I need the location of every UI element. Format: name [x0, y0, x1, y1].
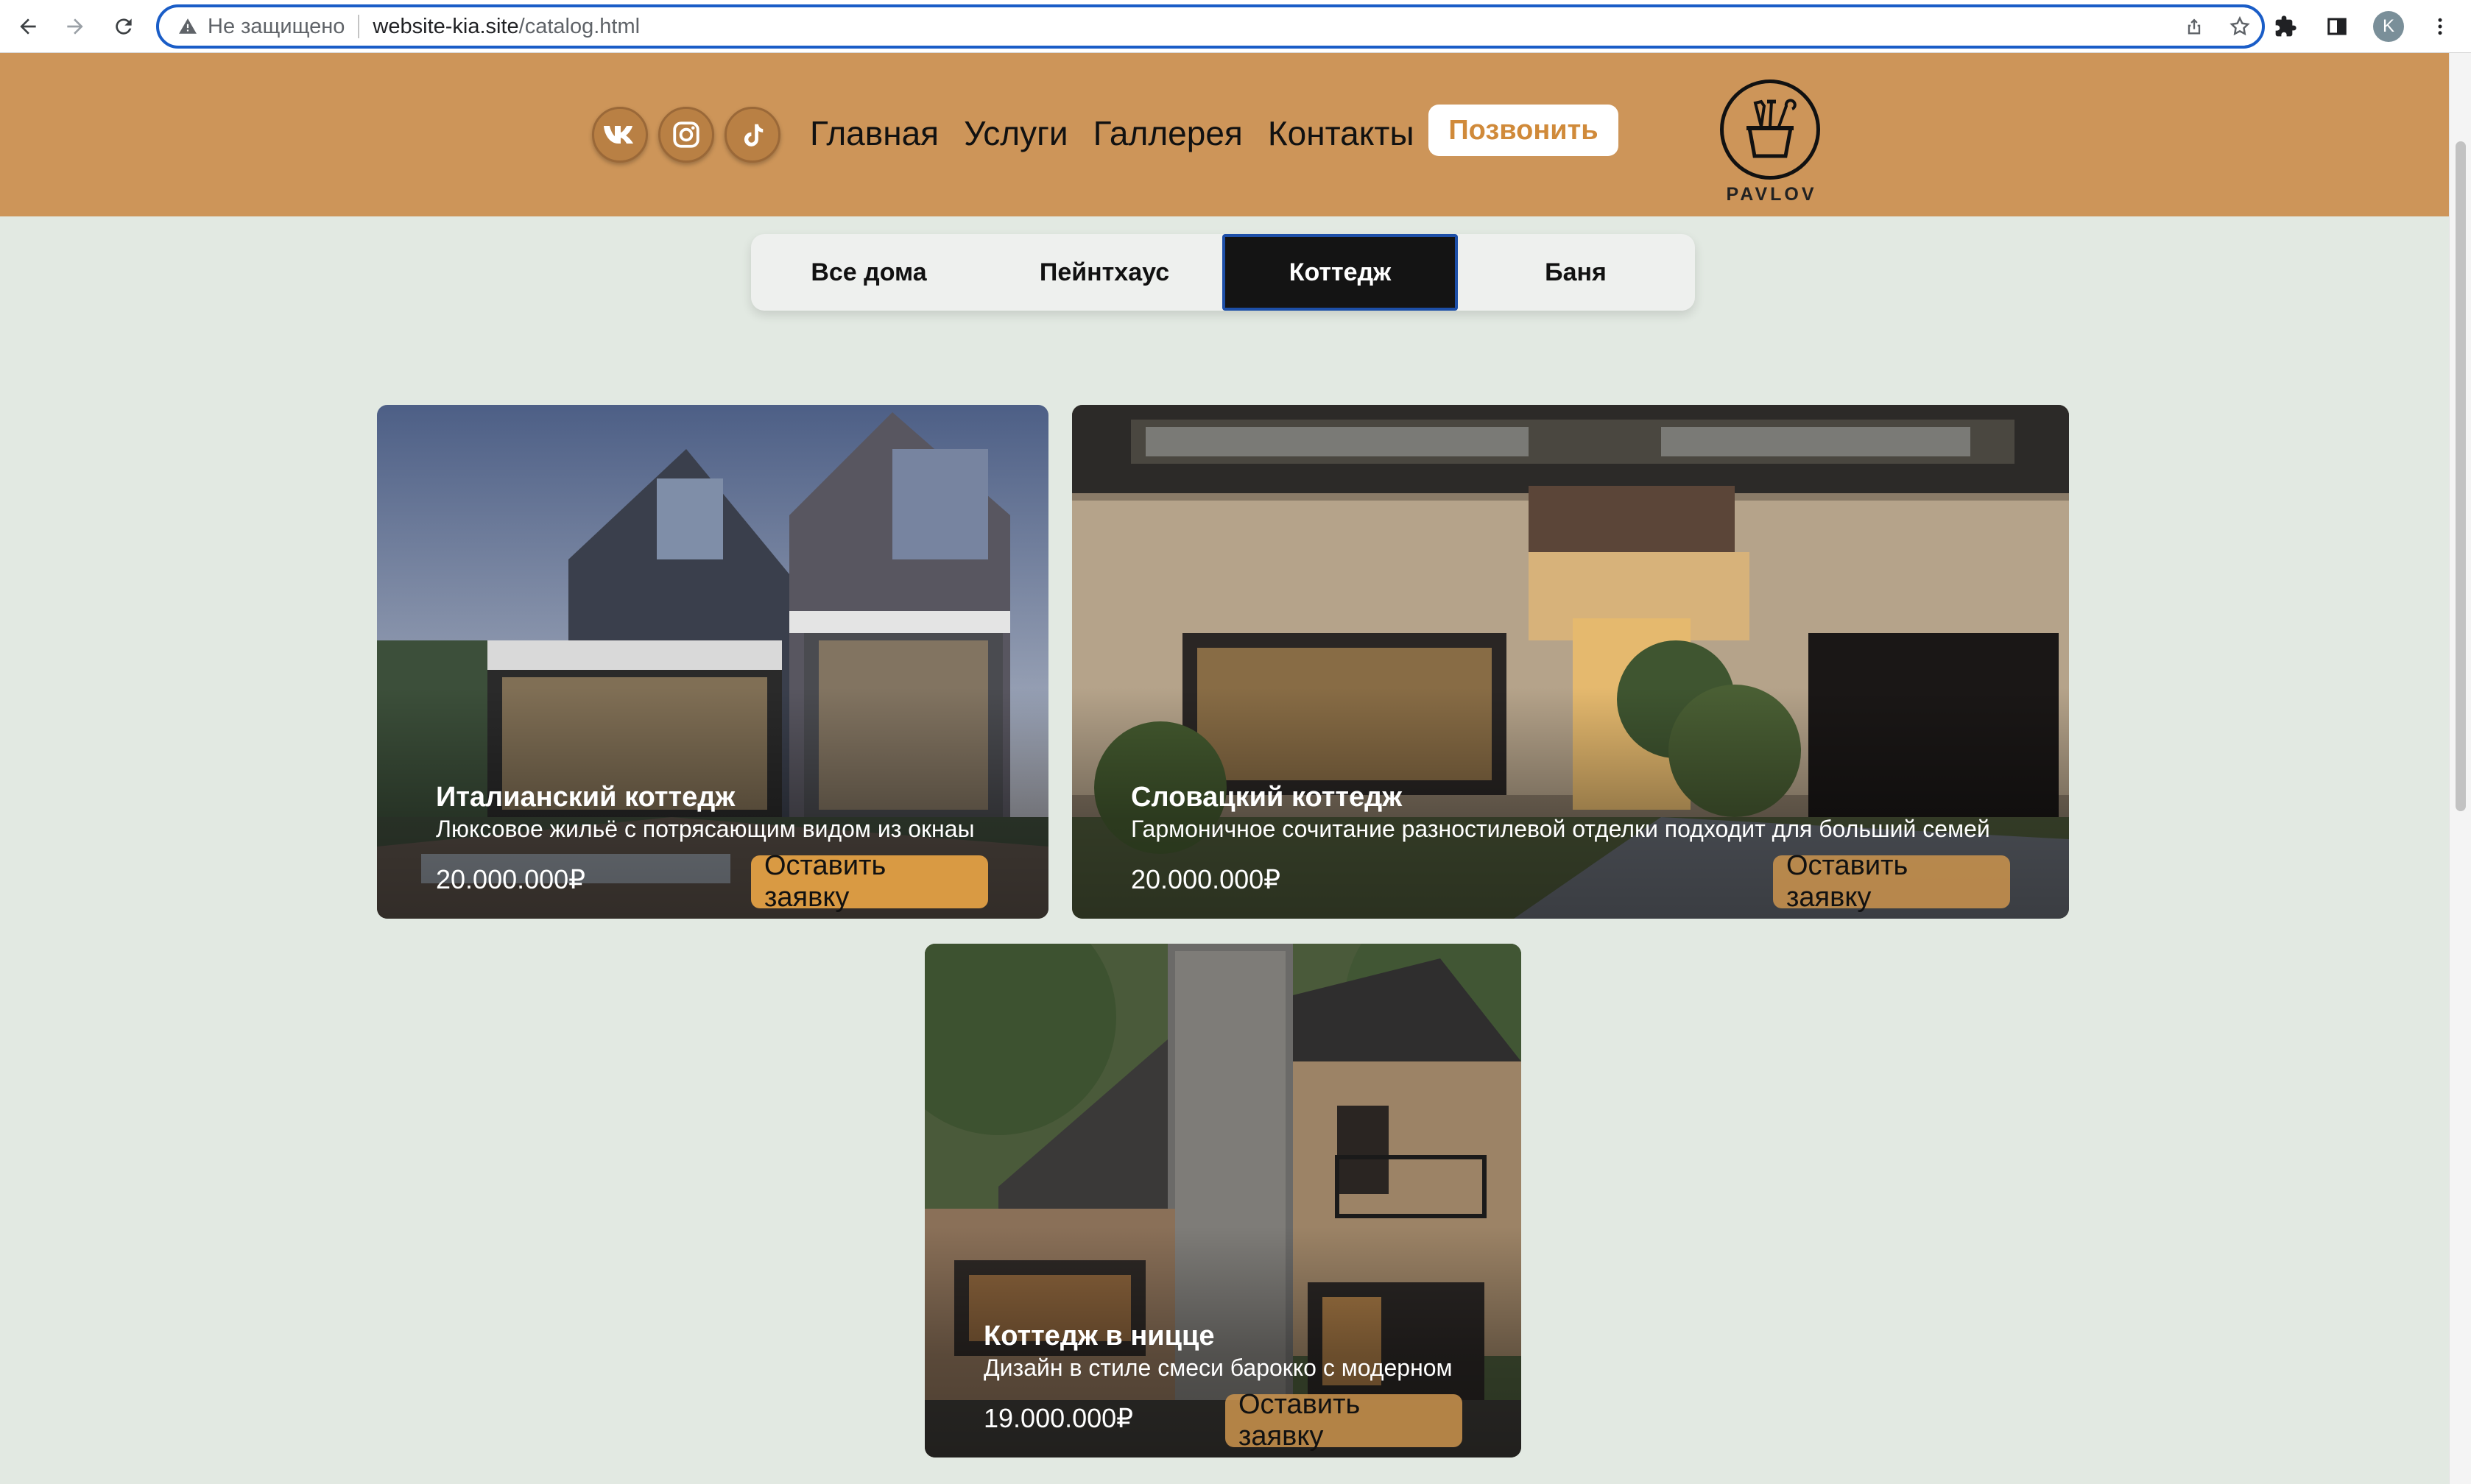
reload-icon — [116, 18, 132, 35]
forward-arrow-icon — [67, 18, 83, 35]
card-price: 20.000.000₽ — [1131, 864, 1281, 894]
menu-link-contacts[interactable]: Контакты — [1268, 110, 1414, 156]
profile-initial: K — [2373, 11, 2404, 42]
card-price: 19.000.000₽ — [984, 1403, 1134, 1433]
site-header: Главная Услуги Галлерея Контакты Позвони… — [0, 53, 2449, 216]
catalog-card[interactable]: Италианский коттедж Люксовое жильё с пот… — [377, 405, 1048, 919]
scrollbar-thumb[interactable] — [2456, 141, 2466, 811]
warning-icon[interactable] — [175, 14, 200, 39]
call-button[interactable]: Позвонить — [1428, 105, 1618, 156]
browser-toolbar: Не защищено website-kia.site/catalog.htm… — [0, 0, 2471, 53]
tool-bucket-icon — [1720, 80, 1820, 180]
forward-button[interactable] — [57, 9, 93, 44]
tab-penthouse[interactable]: Пейнтхаус — [987, 234, 1222, 311]
request-button[interactable]: Оставить заявку — [751, 850, 988, 913]
extensions-puzzle-icon[interactable] — [2268, 9, 2303, 44]
tiktok-icon[interactable] — [725, 107, 780, 163]
request-button[interactable]: Оставить заявку — [1773, 850, 2010, 913]
vk-icon[interactable] — [592, 107, 648, 163]
menu-link-services[interactable]: Услуги — [964, 110, 1068, 156]
card-description: Гармоничное сочитание разностилевой отде… — [1131, 816, 1990, 842]
card-title: Коттедж в ницце — [984, 1321, 1215, 1352]
request-button[interactable]: Оставить заявку — [1225, 1389, 1462, 1452]
url-path: /catalog.html — [518, 14, 641, 38]
tab-cottage[interactable]: Коттедж — [1222, 234, 1458, 311]
reload-button[interactable] — [106, 9, 141, 44]
menu-link-home[interactable]: Главная — [810, 110, 939, 156]
back-button[interactable] — [10, 9, 46, 44]
main-menu: Главная Услуги Галлерея Контакты — [810, 110, 1414, 156]
share-icon[interactable] — [2179, 12, 2209, 41]
pavlov-logo[interactable]: PAVLOV — [1720, 80, 1823, 215]
kebab-menu-icon[interactable] — [2422, 9, 2458, 44]
card-title: Словацкий коттедж — [1131, 782, 1403, 813]
card-title: Италианский коттедж — [436, 782, 736, 813]
card-description: Дизайн в стиле смеси барокко с модерном — [984, 1354, 1453, 1381]
url-host: website-kia.site — [373, 14, 519, 38]
back-arrow-icon — [20, 18, 36, 35]
tab-banya[interactable]: Баня — [1458, 234, 1693, 311]
bookmark-star-icon[interactable] — [2225, 12, 2255, 41]
divider — [358, 15, 360, 38]
instagram-icon[interactable] — [658, 107, 714, 163]
catalog-card[interactable]: Словацкий коттедж Гармоничное сочитание … — [1072, 405, 2069, 919]
category-filter: Все дома Пейнтхаус Коттедж Баня — [751, 234, 1695, 311]
address-bar[interactable]: Не защищено website-kia.site/catalog.htm… — [156, 4, 2265, 49]
insecure-label: Не защищено — [208, 14, 345, 38]
card-price: 20.000.000₽ — [436, 864, 586, 894]
side-panel-icon[interactable] — [2319, 9, 2355, 44]
profile-avatar[interactable]: K — [2371, 9, 2406, 44]
catalog-card[interactable]: Коттедж в ницце Дизайн в стиле смеси бар… — [925, 944, 1521, 1458]
logo-text: PAVLOV — [1726, 184, 1817, 205]
tab-all-houses[interactable]: Все дома — [751, 234, 987, 311]
page-scrollbar[interactable] — [2449, 53, 2471, 1484]
card-description: Люксовое жильё с потрясающим видом из ок… — [436, 816, 975, 842]
menu-link-gallery[interactable]: Галлерея — [1093, 110, 1243, 156]
